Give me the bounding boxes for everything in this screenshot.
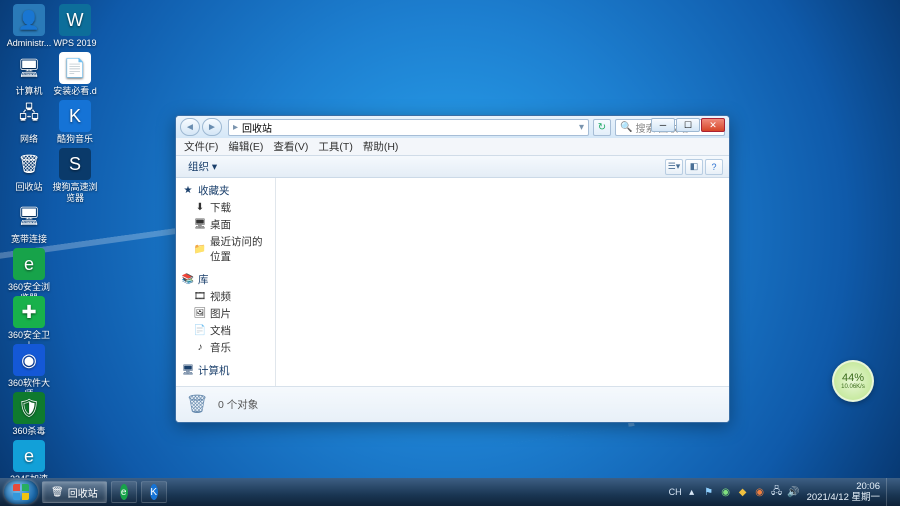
preview-pane-button[interactable]: ◧: [685, 159, 703, 175]
sidebar-group[interactable]: ★收藏夹: [176, 182, 275, 199]
search-icon: 🔍: [620, 122, 632, 133]
taskbar-app-recycle-bin[interactable]: 🗑 回收站: [42, 481, 107, 503]
tray-chevron-icon[interactable]: ▴: [685, 485, 699, 499]
toolbar: 组织 ▾ ☰▾ ◧ ?: [176, 156, 729, 178]
content-pane[interactable]: [276, 178, 729, 386]
sidebar-group[interactable]: 🖥计算机: [176, 362, 275, 379]
desktop-icon[interactable]: 🗑回收站: [6, 148, 52, 193]
menu-item[interactable]: 编辑(E): [224, 138, 267, 155]
view-options-button[interactable]: ☰▾: [665, 159, 683, 175]
refresh-button[interactable]: ↻: [593, 119, 611, 136]
desktop-icon[interactable]: WWPS 2019: [52, 4, 98, 49]
desktop-icon[interactable]: 👤Administr...: [6, 4, 52, 49]
sidebar-item[interactable]: 📁最近访问的位置: [176, 233, 275, 265]
taskbar-clock[interactable]: 20:06 2021/4/12 星期一: [803, 481, 884, 503]
menu-item[interactable]: 工具(T): [314, 138, 356, 155]
tray-icon[interactable]: ◉: [719, 485, 733, 499]
taskbar: 🗑 回收站 eK CH ▴ ⚑ ◉ ◆ ◉ 🖧 🔊 20:06 2021/4/1…: [0, 478, 900, 506]
language-indicator[interactable]: CH: [669, 487, 682, 497]
start-button[interactable]: [4, 480, 38, 504]
sidebar-item[interactable]: ⬇下载: [176, 199, 275, 216]
menu-bar: 文件(F)编辑(E)查看(V)工具(T)帮助(H): [176, 138, 729, 156]
desktop-icon[interactable]: 🖥宽带连接: [6, 200, 52, 245]
badge-percent: 44%: [842, 372, 864, 384]
menu-item[interactable]: 帮助(H): [359, 138, 403, 155]
maximize-button[interactable]: ☐: [676, 118, 700, 132]
back-button[interactable]: ◄: [180, 118, 200, 136]
menu-item[interactable]: 文件(F): [180, 138, 222, 155]
desktop-icon[interactable]: 🖧网络: [6, 100, 52, 145]
close-button[interactable]: ✕: [701, 118, 725, 132]
recycle-bin-icon: 🗑: [184, 392, 210, 418]
recycle-bin-icon: 🗑: [51, 487, 64, 498]
sidebar-item[interactable]: ♪音乐: [176, 339, 275, 356]
taskbar-pinned-app[interactable]: e: [111, 481, 137, 503]
breadcrumb: 回收站: [242, 120, 272, 135]
explorer-window: ─ ☐ ✕ ◄ ► ▸ 回收站 ▾ ↻ 🔍 搜索 回收站 文件(F)编辑(E)查…: [175, 115, 730, 423]
address-dropdown-icon[interactable]: ▾: [579, 122, 584, 133]
breadcrumb-arrow-icon: ▸: [233, 122, 238, 133]
windows-logo-icon: [13, 484, 29, 500]
help-button[interactable]: ?: [705, 159, 723, 175]
show-desktop-button[interactable]: [886, 478, 896, 506]
badge-speed: 10.06K/s: [841, 384, 865, 390]
status-bar: 🗑 0 个对象: [176, 386, 729, 422]
sidebar-item[interactable]: 🖼图片: [176, 305, 275, 322]
desktop-icon[interactable]: K酷狗音乐: [52, 100, 98, 145]
tray-icon[interactable]: ◆: [736, 485, 750, 499]
forward-button[interactable]: ►: [202, 118, 222, 136]
sidebar: ★收藏夹⬇下载🖥桌面📁最近访问的位置📚库🎞视频🖼图片📄文档♪音乐🖥计算机🖧网络: [176, 178, 276, 386]
system-tray: CH ▴ ⚑ ◉ ◆ ◉ 🖧 🔊: [669, 485, 803, 499]
address-bar[interactable]: ▸ 回收站 ▾: [228, 119, 589, 136]
minimize-button[interactable]: ─: [651, 118, 675, 132]
status-text: 0 个对象: [218, 397, 258, 412]
network-icon[interactable]: 🖧: [770, 485, 784, 499]
taskbar-pinned-app[interactable]: K: [141, 481, 167, 503]
desktop-icon[interactable]: 🛡360杀毒: [6, 392, 52, 437]
desktop-icon[interactable]: S搜狗高速浏览器: [52, 148, 98, 204]
tray-icon[interactable]: ◉: [753, 485, 767, 499]
accelerator-badge[interactable]: 44% 10.06K/s: [832, 360, 874, 402]
desktop-icon[interactable]: 🖥计算机: [6, 52, 52, 97]
volume-icon[interactable]: 🔊: [787, 485, 801, 499]
sidebar-item[interactable]: 🎞视频: [176, 288, 275, 305]
sidebar-item[interactable]: 📄文档: [176, 322, 275, 339]
action-center-icon[interactable]: ⚑: [702, 485, 716, 499]
sidebar-group[interactable]: 📚库: [176, 271, 275, 288]
menu-item[interactable]: 查看(V): [269, 138, 312, 155]
sidebar-item[interactable]: 🖥桌面: [176, 216, 275, 233]
organize-button[interactable]: 组织 ▾: [182, 157, 223, 176]
